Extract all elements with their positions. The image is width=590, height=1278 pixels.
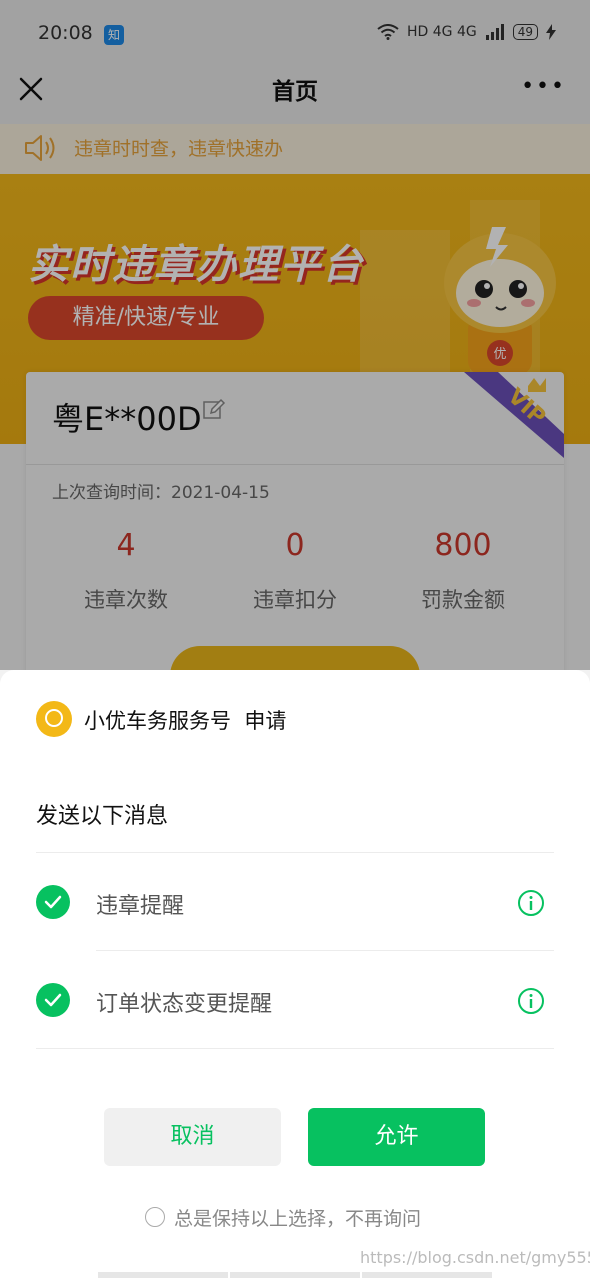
home-indicator [98, 1272, 228, 1278]
watermark: https://blog.csdn.net/gmy55555 [360, 1248, 590, 1267]
keep-choice-radio[interactable] [145, 1207, 165, 1227]
sheet-heading: 发送以下消息 [36, 804, 169, 829]
permission-label-violation: 违章提醒 [96, 894, 185, 919]
home-indicator [362, 1272, 492, 1278]
cancel-button[interactable]: 取消 [104, 1108, 281, 1166]
divider [96, 950, 554, 951]
divider [36, 852, 554, 853]
subscribe-sheet [0, 670, 590, 1278]
check-icon[interactable] [36, 983, 70, 1017]
sheet-title: 小优车务服务号 申请 [84, 705, 286, 735]
info-icon[interactable] [517, 987, 545, 1015]
allow-button[interactable]: 允许 [308, 1108, 485, 1166]
app-logo-mark [45, 709, 63, 727]
check-icon[interactable] [36, 885, 70, 919]
sheet-action: 申请 [244, 709, 287, 733]
home-indicator [230, 1272, 360, 1278]
divider [36, 1048, 554, 1049]
modal-overlay[interactable] [0, 0, 590, 670]
info-icon[interactable] [517, 889, 545, 917]
keep-choice-label[interactable]: 总是保持以上选择，不再询问 [174, 1204, 421, 1231]
permission-label-order-status: 订单状态变更提醒 [96, 992, 273, 1017]
app-name: 小优车务服务号 [84, 709, 231, 733]
